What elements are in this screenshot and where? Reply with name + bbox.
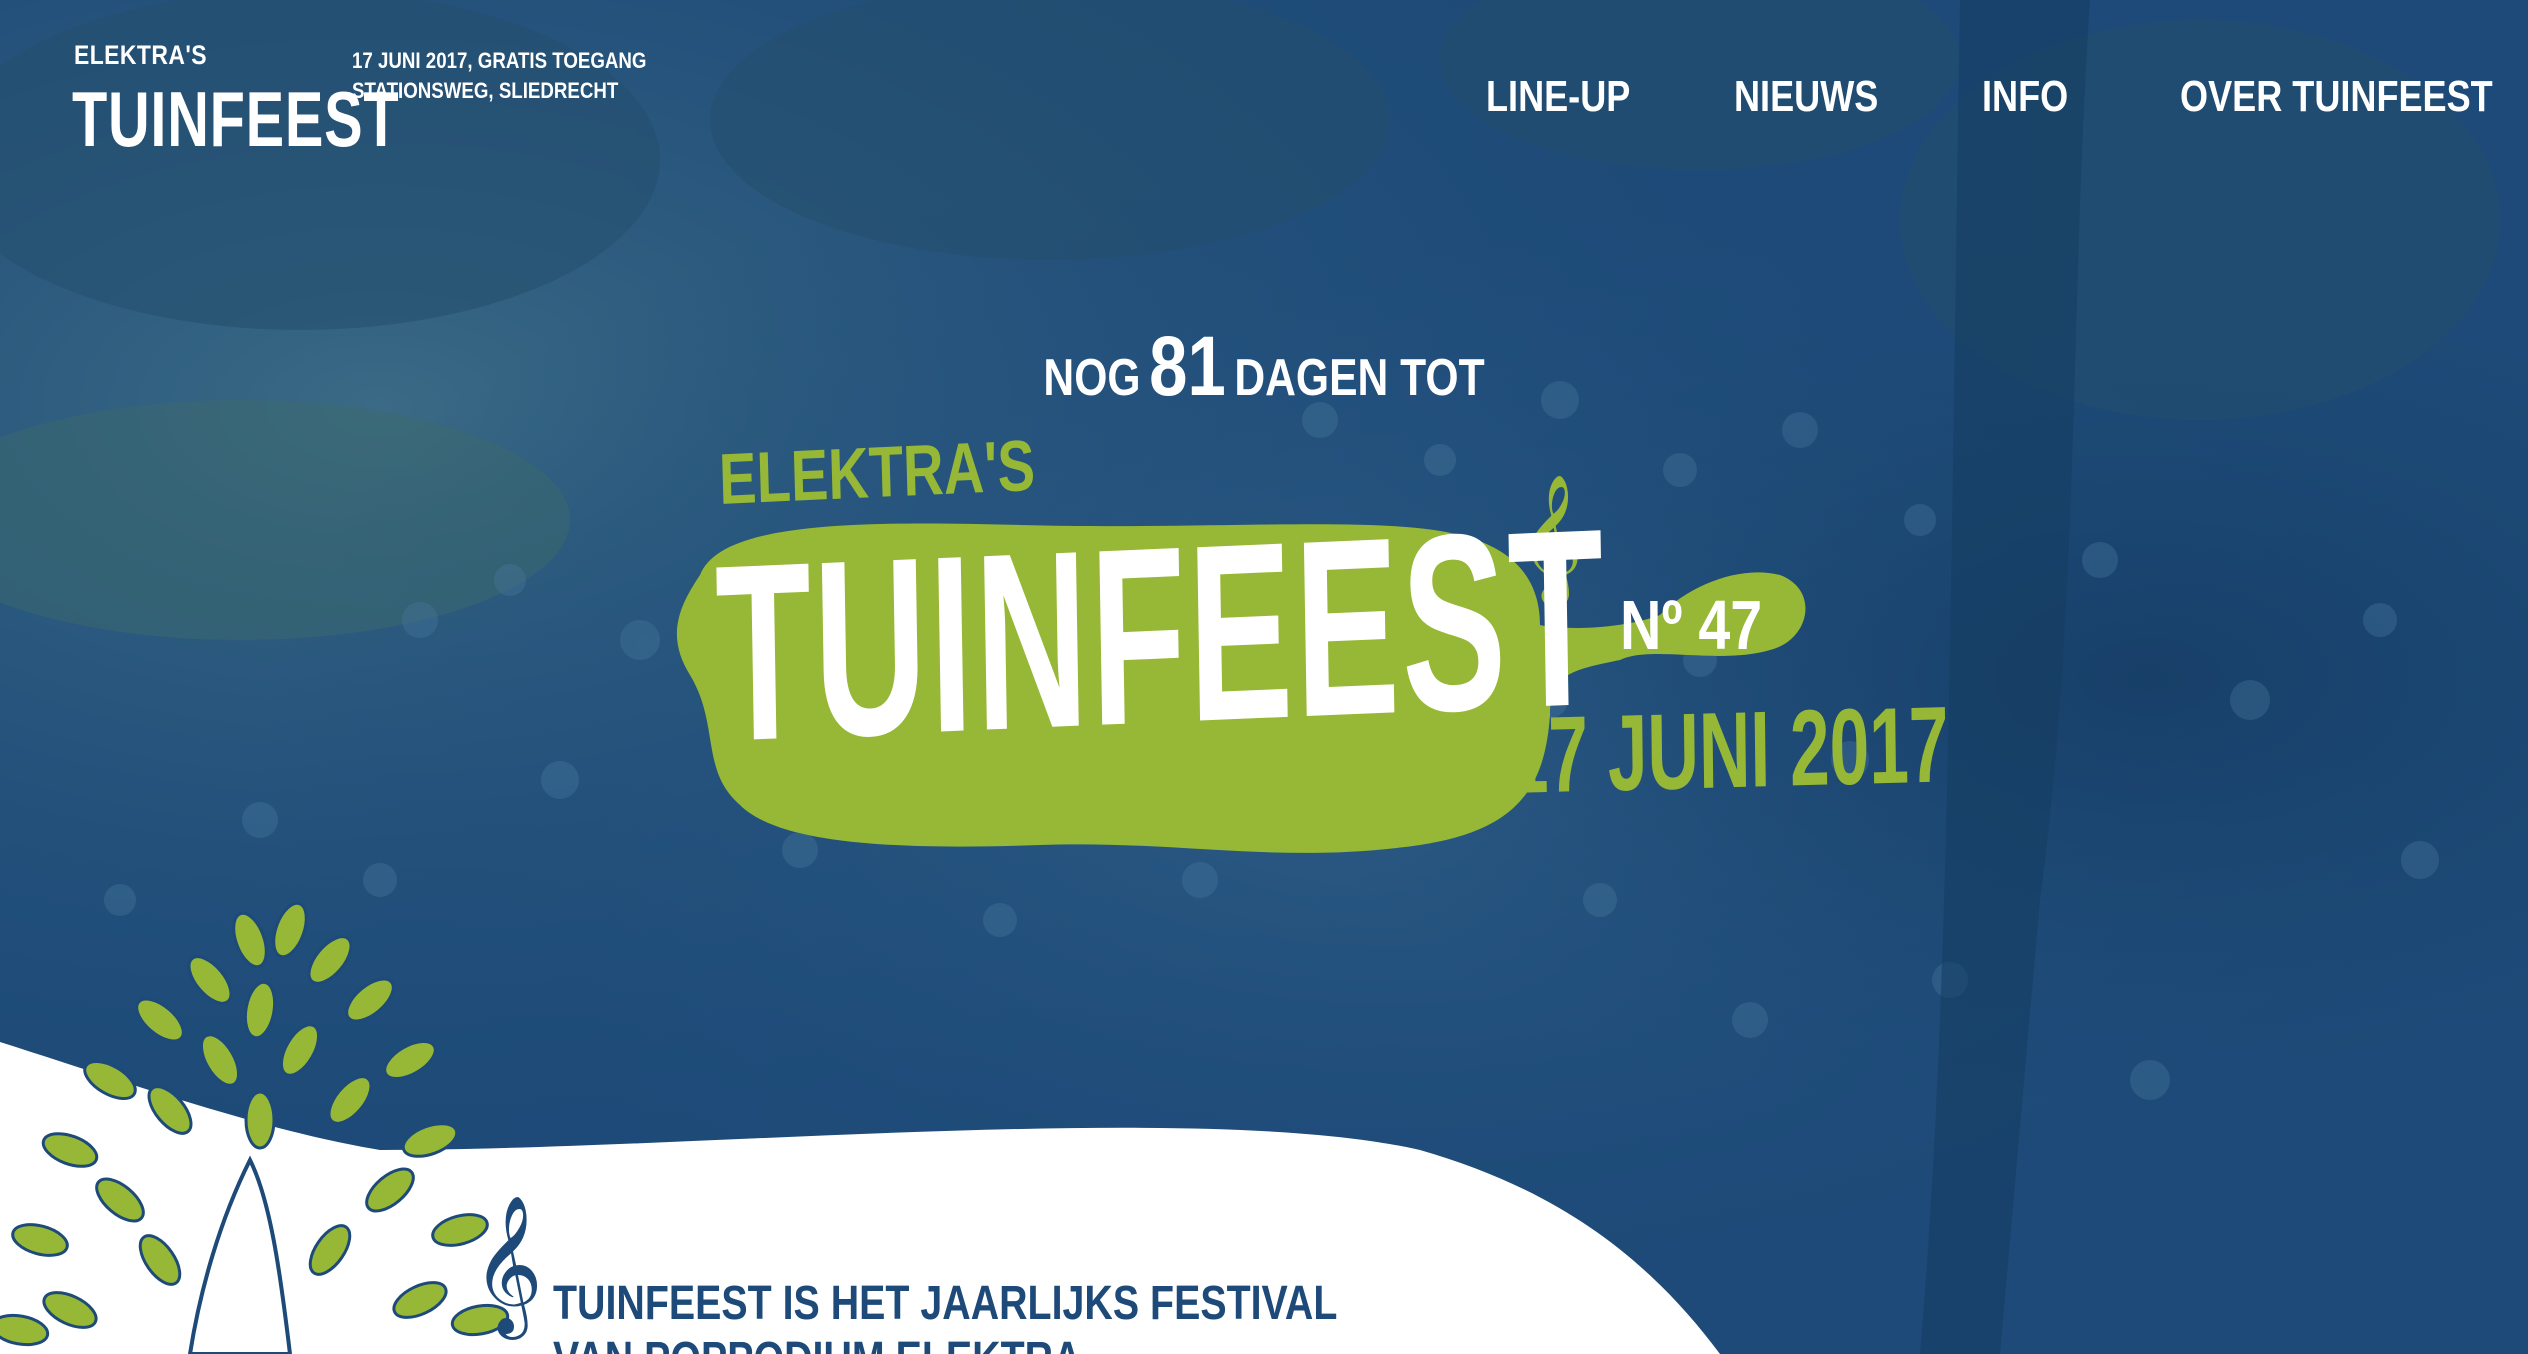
- nav-over-tuinfeest[interactable]: OVER TUINFEEST: [2180, 72, 2493, 122]
- intro-heading: TUINFEEST IS HET JAARLIJKS FESTIVAL VAN …: [553, 1276, 1337, 1354]
- site-logo[interactable]: ELEKTRA'S TUINFEEST: [72, 40, 399, 180]
- page: 𝄞 ELEKTRA'S TUINFEEST 17 JUNI 2017, GRAT…: [0, 0, 2528, 1354]
- intro-line-1: TUINFEEST IS HET JAARLIJKS FESTIVAL: [553, 1277, 1338, 1330]
- treble-clef-icon: 𝄞: [472, 1195, 543, 1340]
- svg-text:𝄞: 𝄞: [472, 1195, 543, 1340]
- event-location-line: STATIONSWEG, SLIEDRECHT: [352, 78, 619, 103]
- hero-edition-number: Nº 47: [1620, 586, 1763, 664]
- logo-elektras: ELEKTRA'S: [74, 40, 207, 70]
- logo-tuinfeest: TUINFEEST: [72, 75, 400, 163]
- event-info: 17 JUNI 2017, GRATIS TOEGANG STATIONSWEG…: [352, 46, 646, 106]
- countdown-suffix: DAGEN TOT: [1234, 349, 1485, 407]
- nav-info[interactable]: INFO: [1982, 72, 2068, 122]
- countdown: NOG 81 DAGEN TOT: [0, 318, 2528, 415]
- hero-logo: 𝄞 ELEKTRA'S TUINFEEST Nº 47 17 JUNI 2017: [660, 425, 1949, 895]
- event-date-line: 17 JUNI 2017, GRATIS TOEGANG: [352, 48, 647, 73]
- countdown-prefix: NOG: [1043, 349, 1141, 407]
- nav-lineup[interactable]: LINE-UP: [1486, 72, 1630, 122]
- countdown-number: 81: [1149, 319, 1226, 413]
- hero-tuinfeest-title: TUINFEEST: [713, 476, 1609, 795]
- nav-nieuws[interactable]: NIEUWS: [1734, 72, 1878, 122]
- intro-line-2: VAN POPPODIUM ELEKTRA: [553, 1332, 1337, 1354]
- hero-festival-date: 17 JUNI 2017: [1508, 683, 1950, 816]
